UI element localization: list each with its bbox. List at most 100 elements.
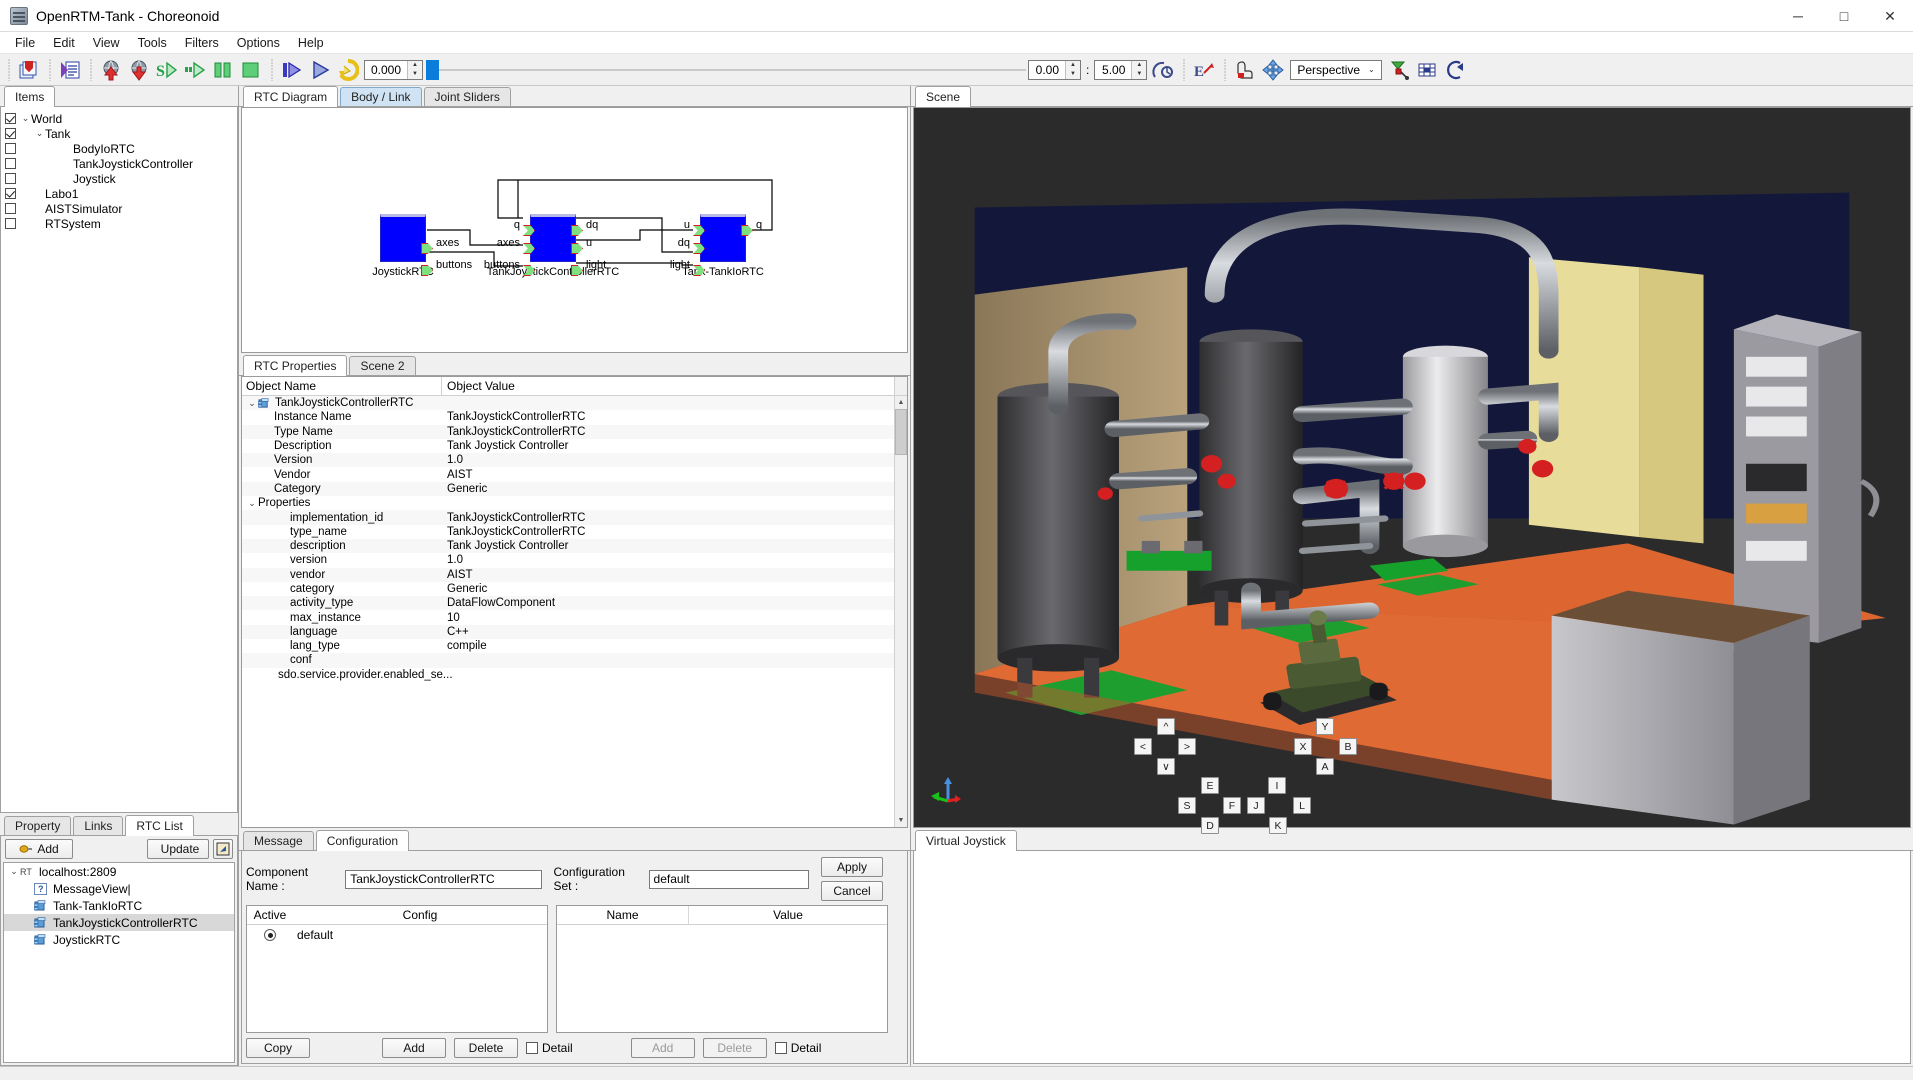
joystick-key[interactable]: J [1247,797,1265,814]
joystick-key[interactable]: S [1178,797,1196,814]
joystick-key[interactable]: X [1294,738,1312,755]
menu-view[interactable]: View [84,34,129,52]
rtc-component-block[interactable]: Tank-TankIoRTCudqlightq [700,214,746,262]
time-slider-track[interactable] [439,69,1026,71]
spin-up-icon[interactable]: ▲ [408,61,422,70]
chevron-down-icon[interactable]: ⌄ [8,866,20,877]
projection-combo[interactable]: Perspective ⌄ [1290,60,1381,80]
step-forward-icon[interactable] [279,57,305,83]
tab-scene[interactable]: Scene [915,86,971,107]
config-detail-checkbox[interactable]: Detail [526,1041,573,1055]
tab-message[interactable]: Message [243,831,314,850]
property-row[interactable]: Instance NameTankJoystickControllerRTC [242,410,894,424]
properties-rows[interactable]: ⌄TankJoystickControllerRTCInstance NameT… [242,396,894,827]
rtc-component-block[interactable]: JoystickRTCaxesbuttons [380,214,426,262]
value-delete-button[interactable]: Delete [703,1038,767,1058]
time-spin-arrows[interactable]: ▲ ▼ [407,61,422,79]
tree-item[interactable]: ⌄Tank [1,126,237,141]
menu-file[interactable]: File [6,34,44,52]
property-row[interactable]: languageC++ [242,625,894,639]
config-right-rows[interactable] [557,925,887,1032]
config-delete-button[interactable]: Delete [454,1038,518,1058]
close-button[interactable]: ✕ [1867,0,1913,32]
pause-icon[interactable] [210,57,236,83]
tree-item[interactable]: TankJoystickController [1,156,237,171]
joystick-key[interactable]: I [1268,777,1286,794]
property-row[interactable]: implementation_idTankJoystickControllerR… [242,510,894,524]
maximize-button[interactable]: □ [1821,0,1867,32]
tab-configuration[interactable]: Configuration [316,830,409,851]
spin-up-icon[interactable]: ▲ [1132,61,1146,70]
open-file-icon[interactable] [16,57,42,83]
joystick-key[interactable]: K [1269,817,1287,834]
scroll-down-icon[interactable]: ▼ [895,814,907,827]
camera-icon[interactable] [1442,57,1468,83]
play-dotted-icon[interactable] [182,57,208,83]
tree-item[interactable]: ⌄World [1,111,237,126]
property-row[interactable]: descriptionTank Joystick Controller [242,539,894,553]
checkbox-icon[interactable] [5,218,16,229]
spin-down-icon[interactable]: ▼ [408,70,422,79]
joystick-key[interactable]: Y [1316,718,1334,735]
property-row[interactable]: activity_typeDataFlowComponent [242,596,894,610]
tree-item[interactable]: AISTSimulator [1,201,237,216]
checkbox-icon[interactable] [5,188,16,199]
rtc-list-item[interactable]: ?MessageView| [4,880,234,897]
checkbox-icon[interactable] [5,158,16,169]
step-sim-icon[interactable]: S [154,57,180,83]
add-rtc-button[interactable]: Add [5,839,73,859]
config-add-button[interactable]: Add [382,1038,446,1058]
rtc-block-body[interactable] [700,214,746,262]
spin-up-icon[interactable]: ▲ [1066,61,1080,70]
menu-options[interactable]: Options [228,34,289,52]
minimize-button[interactable]: ─ [1775,0,1821,32]
menu-filters[interactable]: Filters [176,34,228,52]
tab-rtc-properties[interactable]: RTC Properties [243,355,347,376]
menu-edit[interactable]: Edit [44,34,84,52]
config-left-table[interactable]: Active Config default [246,905,548,1033]
range-end-spin-arrows[interactable]: ▲ ▼ [1131,61,1146,79]
refresh-icon[interactable] [335,57,361,83]
chevron-down-icon[interactable]: ⌄ [246,398,258,409]
range-start-spin-arrows[interactable]: ▲ ▼ [1065,61,1080,79]
property-row[interactable]: Version1.0 [242,453,894,467]
property-row[interactable]: CategoryGeneric [242,482,894,496]
spin-down-icon[interactable]: ▼ [1066,70,1080,79]
time-slider[interactable] [426,60,1026,80]
spin-down-icon[interactable]: ▼ [1132,70,1146,79]
value-add-button[interactable]: Add [631,1038,695,1058]
joystick-key[interactable]: L [1293,797,1311,814]
chevron-down-icon[interactable]: ⌄ [20,113,31,124]
cancel-button[interactable]: Cancel [821,881,883,901]
property-row[interactable]: Type NameTankJoystickControllerRTC [242,425,894,439]
joystick-key[interactable]: < [1134,738,1152,755]
time-settings-icon[interactable] [1150,57,1176,83]
chevron-down-icon[interactable]: ⌄ [246,498,258,509]
property-row[interactable]: max_instance10 [242,610,894,624]
rtc-block-body[interactable] [530,214,576,262]
joystick-key[interactable]: > [1178,738,1196,755]
config-copy-button[interactable]: Copy [246,1038,310,1058]
property-row[interactable]: ⌄TankJoystickControllerRTC [242,396,894,410]
tab-rtc-diagram[interactable]: RTC Diagram [243,86,338,107]
scrollbar-thumb[interactable] [895,409,907,455]
rtc-component-block[interactable]: TankJoystickControllerRTCqaxesbuttonsdqu… [530,214,576,262]
checkbox-icon[interactable] [5,113,16,124]
checkbox-icon[interactable] [526,1042,538,1054]
grid-icon[interactable] [1414,57,1440,83]
tab-scene-2[interactable]: Scene 2 [349,356,415,375]
property-row[interactable]: conf [242,653,894,667]
stop-icon[interactable] [238,57,264,83]
config-left-rows[interactable]: default [247,925,547,1032]
rtc-detail-button[interactable] [213,839,233,859]
rtc-list-item[interactable]: Tank-TankIoRTC [4,897,234,914]
property-row[interactable]: categoryGeneric [242,582,894,596]
menu-help[interactable]: Help [289,34,333,52]
rtc-list-item[interactable]: ⌄RTlocalhost:2809 [4,863,234,880]
tree-item[interactable]: BodyIoRTC [1,141,237,156]
joystick-key[interactable]: D [1201,817,1219,834]
joystick-key[interactable]: F [1223,797,1241,814]
light-icon[interactable] [1386,57,1412,83]
property-row[interactable]: VendorAIST [242,467,894,481]
virtual-joystick-panel[interactable]: ^<>∨YXBAEISFJLDK [913,851,1911,1064]
